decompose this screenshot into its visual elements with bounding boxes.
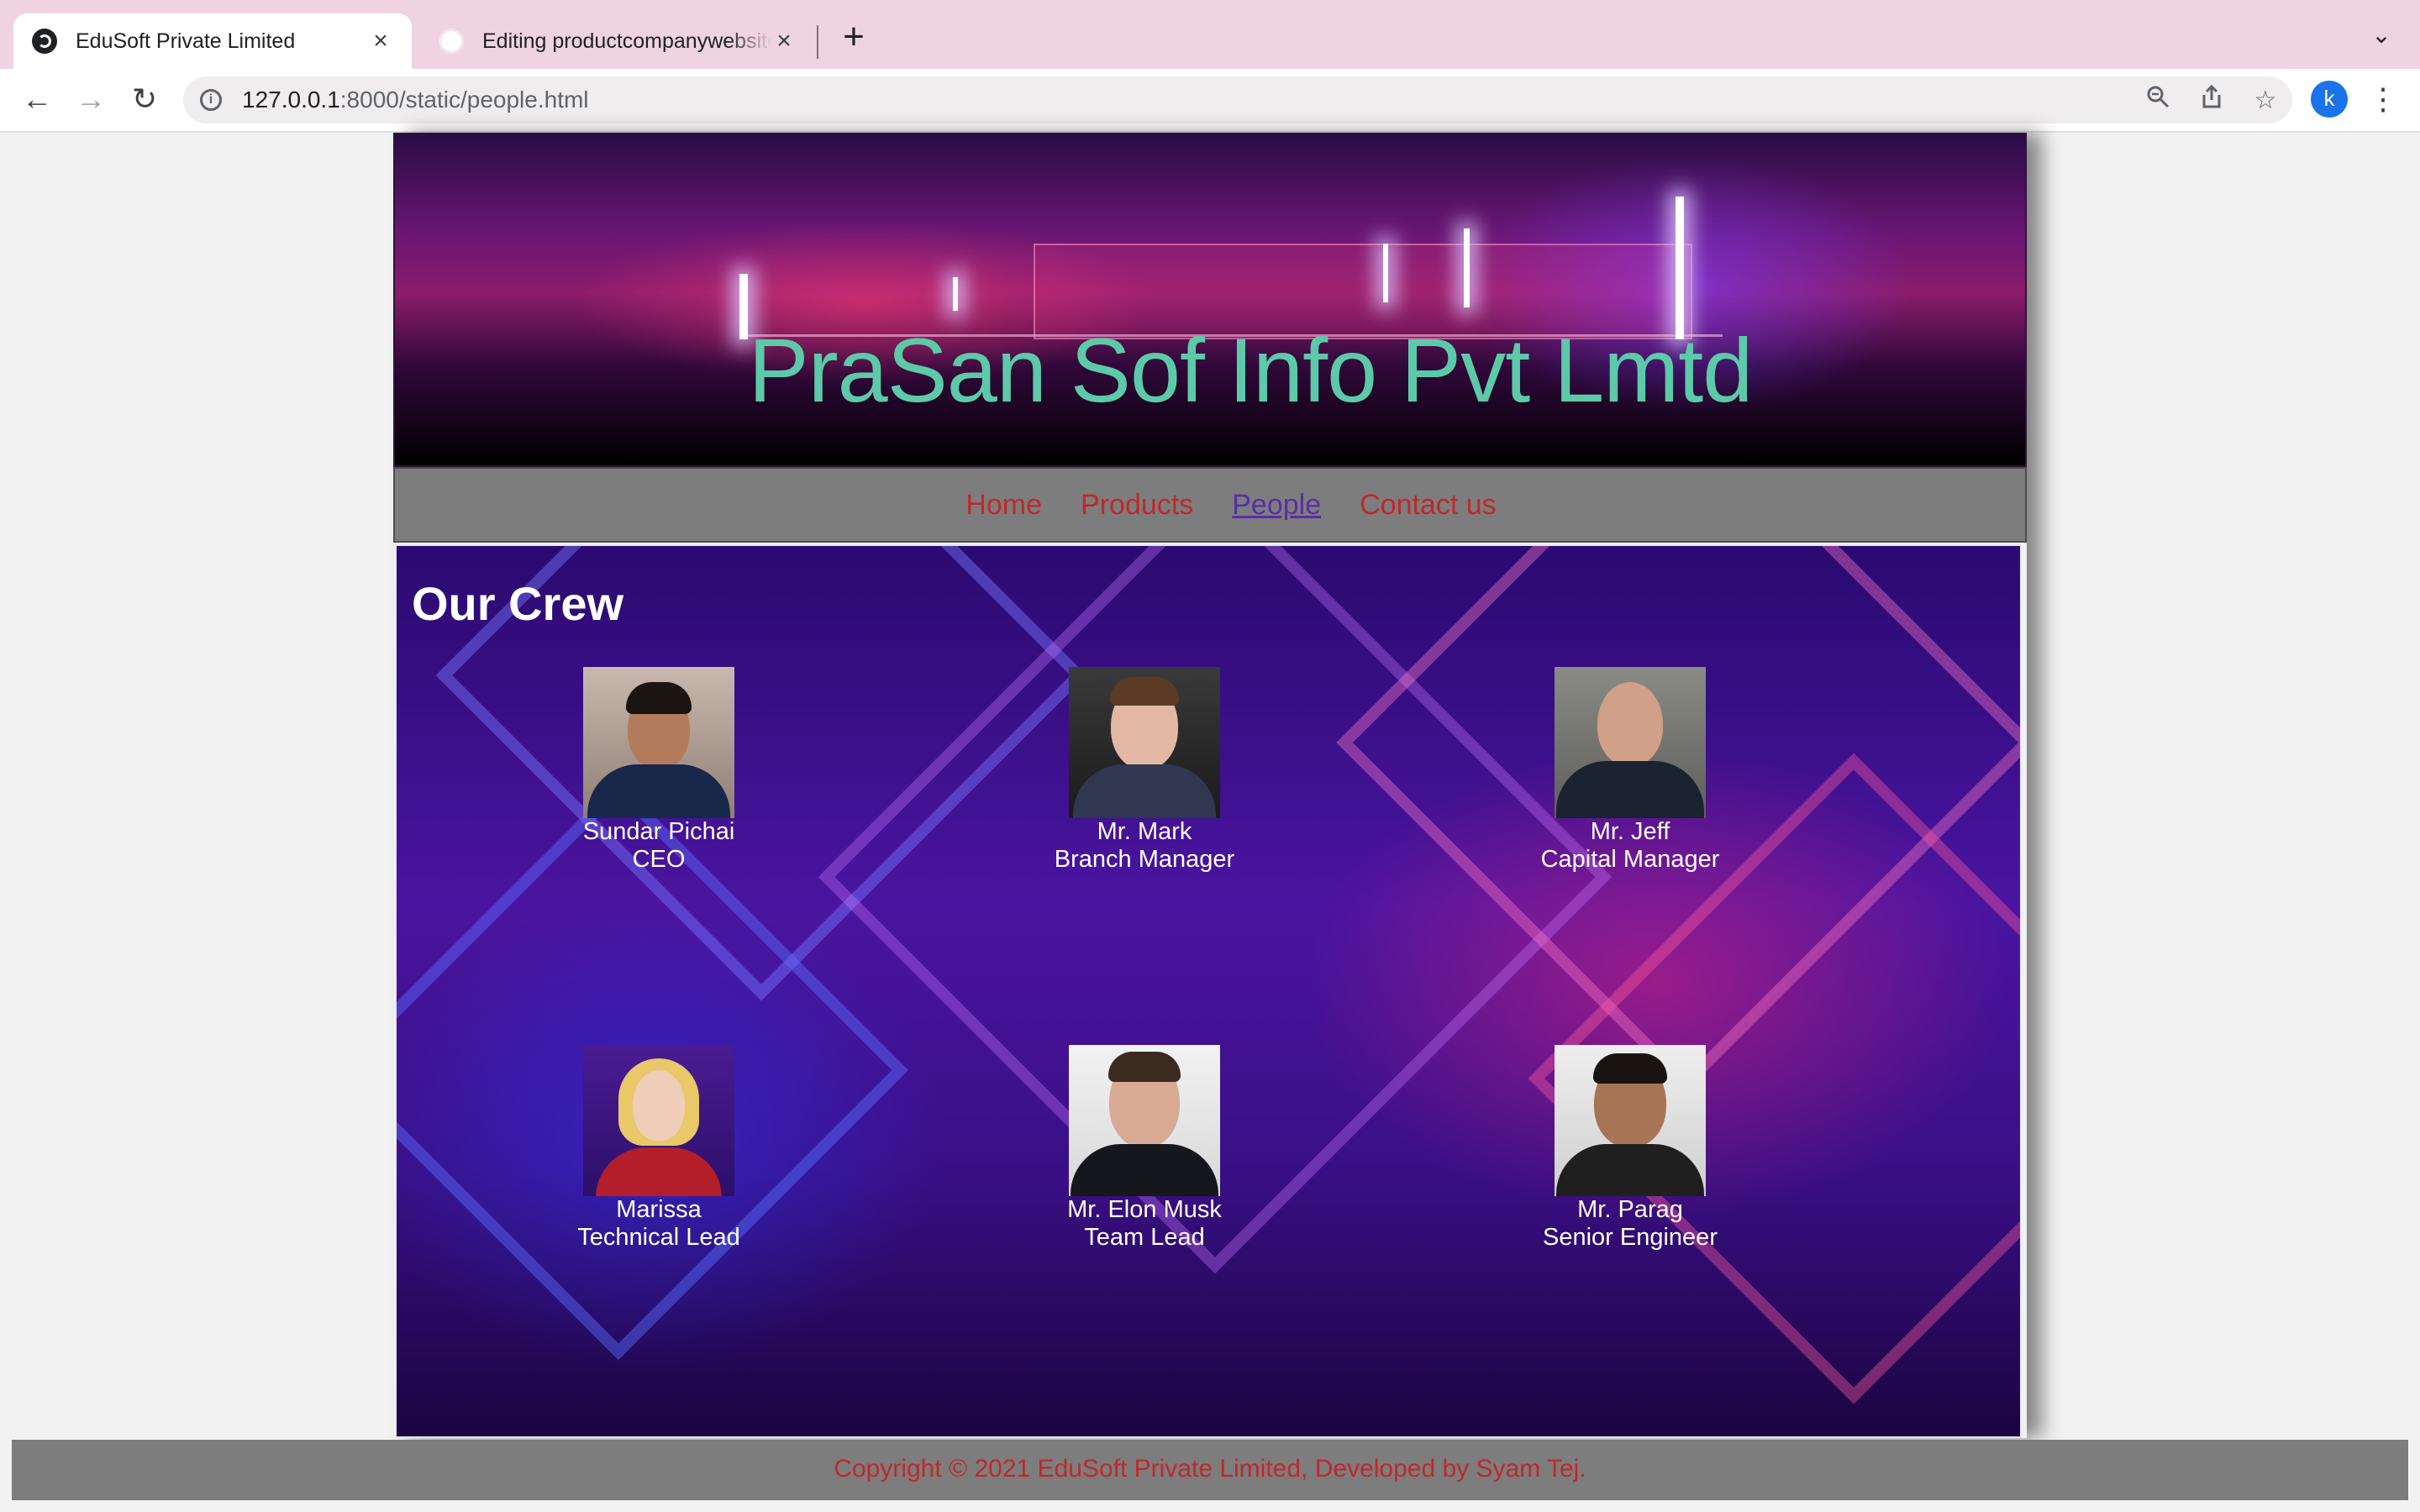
member-role: Branch Manager bbox=[1054, 846, 1235, 873]
tab-title: Editing productcompanywebsite bbox=[482, 29, 771, 53]
member-role: CEO bbox=[632, 846, 686, 873]
crew-member-card: Mr. Elon Musk Team Lead bbox=[1018, 1045, 1270, 1252]
member-name: Mr. Mark bbox=[1097, 818, 1192, 845]
site-container: PraSan Sof Info Pvt Lmtd Home Products P… bbox=[393, 133, 2027, 1438]
member-photo bbox=[1069, 667, 1220, 818]
main-nav: Home Products People Contact us bbox=[393, 467, 2027, 543]
browser-tab-strip: EduSoft Private Limited × Editing produc… bbox=[0, 0, 2420, 69]
crew-section: Our Crew Sundar Pichai CEO Mr. Mark Bran… bbox=[395, 544, 2022, 1438]
member-role: Technical Lead bbox=[577, 1224, 740, 1251]
header-banner: PraSan Sof Info Pvt Lmtd bbox=[393, 133, 2027, 467]
zoom-icon[interactable] bbox=[2131, 84, 2185, 116]
member-photo bbox=[1555, 667, 1706, 818]
member-name: Mr. Elon Musk bbox=[1067, 1196, 1222, 1223]
crew-member-card: Mr. Jeff Capital Manager bbox=[1504, 667, 1756, 874]
footer-copyright: Copyright © 2021 EduSoft Private Limited… bbox=[834, 1455, 1586, 1483]
crew-member-card: Marissa Technical Lead bbox=[533, 1045, 785, 1252]
browser-toolbar: ← → ↻ i 127.0.0.1:8000/static/people.htm… bbox=[0, 69, 2420, 133]
crew-member-card: Mr. Mark Branch Manager bbox=[1018, 667, 1270, 874]
member-role: Senior Engineer bbox=[1543, 1224, 1718, 1251]
forward-button[interactable]: → bbox=[69, 77, 113, 121]
back-button[interactable]: ← bbox=[15, 77, 59, 121]
page-viewport: PraSan Sof Info Pvt Lmtd Home Products P… bbox=[0, 133, 2420, 1512]
close-tab-icon[interactable]: × bbox=[368, 27, 393, 55]
member-name: Mr. Jeff bbox=[1590, 818, 1670, 845]
share-icon[interactable] bbox=[2185, 84, 2238, 116]
site-brand-title: PraSan Sof Info Pvt Lmtd bbox=[748, 319, 1754, 421]
member-name: Mr. Parag bbox=[1577, 1196, 1683, 1223]
tab-search-chevron-icon[interactable]: ⌄ bbox=[2365, 18, 2398, 52]
page-footer: Copyright © 2021 EduSoft Private Limited… bbox=[12, 1440, 2408, 1500]
globe-icon bbox=[32, 29, 57, 54]
reload-button[interactable]: ↻ bbox=[123, 77, 166, 121]
member-name: Marissa bbox=[616, 1196, 702, 1223]
tab-edusoft[interactable]: EduSoft Private Limited × bbox=[13, 13, 412, 69]
site-info-icon[interactable]: i bbox=[200, 89, 222, 111]
close-tab-icon[interactable]: × bbox=[771, 27, 797, 55]
member-photo bbox=[1069, 1045, 1220, 1196]
bookmark-star-icon[interactable]: ☆ bbox=[2238, 86, 2292, 115]
member-photo bbox=[583, 667, 734, 818]
crew-member-card: Mr. Parag Senior Engineer bbox=[1504, 1045, 1756, 1252]
url-text[interactable]: 127.0.0.1:8000/static/people.html bbox=[242, 87, 589, 113]
tab-divider bbox=[817, 25, 818, 59]
profile-avatar[interactable]: k bbox=[2311, 81, 2348, 118]
tab-github-editing[interactable]: Editing productcompanywebsite × bbox=[420, 13, 815, 69]
tab-title: EduSoft Private Limited bbox=[76, 29, 296, 53]
member-role: Capital Manager bbox=[1540, 846, 1720, 873]
browser-menu-icon[interactable]: ⋮ bbox=[2368, 79, 2398, 119]
member-photo bbox=[583, 1045, 734, 1196]
member-name: Sundar Pichai bbox=[582, 818, 735, 845]
new-tab-button[interactable]: + bbox=[832, 15, 876, 59]
crew-heading: Our Crew bbox=[412, 577, 624, 630]
member-photo bbox=[1555, 1045, 1706, 1196]
github-icon bbox=[439, 29, 464, 54]
member-role: Team Lead bbox=[1084, 1224, 1205, 1251]
address-bar[interactable]: i 127.0.0.1:8000/static/people.html ☆ bbox=[183, 76, 2292, 123]
nav-products[interactable]: Products bbox=[1081, 489, 1193, 522]
crew-member-card: Sundar Pichai CEO bbox=[533, 667, 785, 874]
nav-home[interactable]: Home bbox=[965, 489, 1042, 522]
nav-contact[interactable]: Contact us bbox=[1360, 489, 1497, 522]
nav-people[interactable]: People bbox=[1232, 489, 1321, 522]
